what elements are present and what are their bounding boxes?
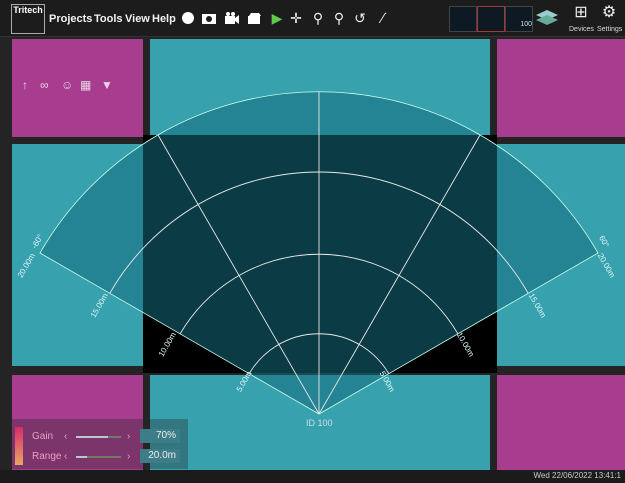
menu-projects[interactable]: Projects xyxy=(49,13,92,25)
measure-icon[interactable]: ∕˙ xyxy=(374,8,396,28)
playback-icon[interactable] xyxy=(246,8,264,28)
gain-slider[interactable] xyxy=(76,436,121,438)
range-slider[interactable] xyxy=(76,456,121,458)
person-icon[interactable]: ☺ xyxy=(61,78,73,92)
menu-help[interactable]: Help xyxy=(152,13,176,25)
zoom-out-icon[interactable]: ⚲ xyxy=(331,8,347,28)
settings-label[interactable]: Settings xyxy=(597,26,622,33)
gain-increase-icon[interactable]: › xyxy=(127,431,130,442)
pan-icon[interactable]: ✛ xyxy=(288,8,304,28)
camera-icon[interactable] xyxy=(200,8,218,28)
top-toolbar: Tritech Projects Tools View Help ▶ ✛ ⚲ ⚲… xyxy=(0,0,625,37)
range-thumbnail[interactable]: 100 xyxy=(505,6,533,32)
gain-label: Gain xyxy=(32,431,54,442)
camera-thumbnail[interactable] xyxy=(477,6,505,32)
tritech-logo: Tritech xyxy=(11,4,45,34)
settings-icon[interactable]: ⚙ xyxy=(599,3,619,23)
grid-icon[interactable]: ▦ xyxy=(80,78,91,92)
status-datetime: Wed 22/06/2022 13:41:1 xyxy=(533,471,621,480)
gain-decrease-icon[interactable]: ‹ xyxy=(64,431,67,442)
range-decrease-icon[interactable]: ‹ xyxy=(64,451,67,462)
range-increase-icon[interactable]: › xyxy=(127,451,130,462)
record-icon[interactable] xyxy=(180,8,196,28)
sonar-sector xyxy=(39,91,599,415)
range-slider-fill xyxy=(76,456,88,458)
filter-icon[interactable]: ▼ xyxy=(101,78,113,92)
range-value[interactable]: 20.0m xyxy=(140,449,180,463)
gain-value[interactable]: 70% xyxy=(140,429,180,443)
signal-icon[interactable]: ↑ xyxy=(22,78,28,92)
reset-view-icon[interactable]: ↺ xyxy=(352,8,368,28)
sonar-id-label: ID 100 xyxy=(306,418,333,428)
status-bar: Wed 22/06/2022 13:41:1 xyxy=(0,470,625,483)
zoom-in-icon[interactable]: ⚲ xyxy=(310,8,326,28)
devices-label[interactable]: Devices xyxy=(569,26,594,33)
menu-view[interactable]: View xyxy=(125,13,150,25)
sonar-thumbnail[interactable] xyxy=(449,6,477,32)
menu-tools[interactable]: Tools xyxy=(94,13,123,25)
antenna-icon[interactable]: ∞ xyxy=(40,78,49,92)
cursor-icon[interactable]: ▶ xyxy=(270,8,284,28)
color-swatch xyxy=(15,427,23,465)
range-label: Range xyxy=(32,451,62,462)
devices-icon[interactable]: ⊞ xyxy=(571,3,591,23)
layers-icon[interactable] xyxy=(534,8,560,28)
sonar-viewport[interactable]: ↑ ∞ ☺ ▦ ▼ 5.00m 5.00m 10.00m 10.00m 15.0… xyxy=(0,37,625,470)
video-icon[interactable] xyxy=(223,8,241,28)
gain-slider-fill xyxy=(76,436,108,438)
